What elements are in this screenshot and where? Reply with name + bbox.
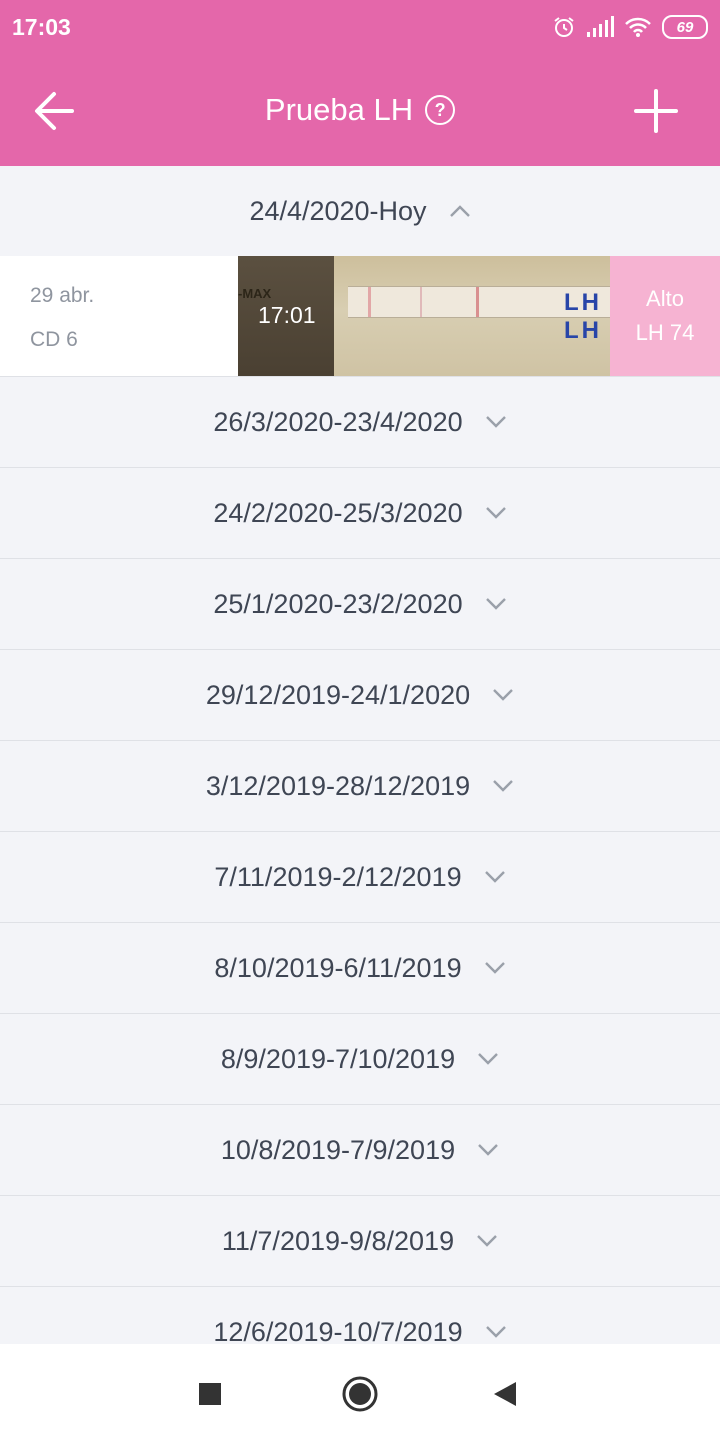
chevron-down-icon <box>485 507 506 519</box>
system-nav-bar <box>0 1344 720 1440</box>
chevron-down-icon <box>493 689 513 701</box>
signal-icon <box>587 16 614 37</box>
chevron-down-icon <box>484 871 505 883</box>
period-header[interactable]: 8/10/2019-6/11/2019 <box>0 923 720 1014</box>
chevron-down-icon <box>477 1235 497 1247</box>
period-label: 8/10/2019-6/11/2019 <box>214 952 462 983</box>
strip-text: LH LH <box>564 289 602 344</box>
recent-apps-button[interactable] <box>190 1374 230 1414</box>
strip-line <box>368 287 371 317</box>
triangle-left-icon <box>494 1382 516 1406</box>
strip-line <box>476 287 479 317</box>
period-header[interactable]: 11/7/2019-9/8/2019 <box>0 1196 720 1287</box>
wifi-icon <box>625 17 651 37</box>
circle-icon <box>342 1376 378 1412</box>
chevron-down-icon <box>485 598 506 610</box>
plus-icon <box>634 89 678 133</box>
period-label: 24/4/2020-Hoy <box>249 195 427 226</box>
period-header[interactable]: 3/12/2019-28/12/2019 <box>0 741 720 832</box>
strip-line <box>420 287 422 317</box>
alarm-icon <box>554 17 574 37</box>
status-icons: 69 <box>552 12 708 42</box>
system-back-button[interactable] <box>486 1374 526 1414</box>
battery-icon: 69 <box>662 15 708 39</box>
chevron-down-icon <box>485 1326 506 1338</box>
period-label: 26/3/2020-23/4/2020 <box>213 406 463 437</box>
period-label: 7/11/2019-2/12/2019 <box>214 861 462 892</box>
period-label: 29/12/2019-24/1/2020 <box>205 679 471 710</box>
result-value: LH 74 <box>635 320 695 345</box>
test-strip-photo: -MAX 17:01 LH LH <box>238 256 610 376</box>
entry-time: 17:01 <box>258 302 316 328</box>
period-label: 12/6/2019-10/7/2019 <box>213 1316 463 1345</box>
period-list: 24/4/2020-Hoy 29 abr. CD 6 -MAX 17:01 LH… <box>0 166 720 1344</box>
result-badge: Alto LH 74 <box>610 256 720 376</box>
period-label: 8/9/2019-7/10/2019 <box>220 1043 456 1074</box>
entry-cycle-day: CD 6 <box>30 328 78 351</box>
period-header[interactable]: 25/1/2020-23/2/2020 <box>0 559 720 650</box>
add-button[interactable] <box>628 86 684 136</box>
page-title: Prueba LH <box>264 92 414 127</box>
period-header[interactable]: 26/3/2020-23/4/2020 <box>0 377 720 468</box>
status-bar: 17:03 69 <box>0 0 720 56</box>
period-label: 25/1/2020-23/2/2020 <box>213 588 463 619</box>
title-group: Prueba LH ? <box>0 92 720 128</box>
period-header[interactable]: 7/11/2019-2/12/2019 <box>0 832 720 923</box>
entry-date: 29 abr. <box>30 284 95 307</box>
period-header[interactable]: 29/12/2019-24/1/2020 <box>0 650 720 741</box>
period-header[interactable]: 8/9/2019-7/10/2019 <box>0 1014 720 1105</box>
entry-info: 29 abr. CD 6 <box>0 256 238 376</box>
period-header[interactable]: 24/2/2020-25/3/2020 <box>0 468 720 559</box>
app-bar: Prueba LH ? <box>0 56 720 166</box>
chevron-down-icon <box>478 1144 498 1156</box>
test-strip: LH LH <box>348 286 610 344</box>
period-label: 10/8/2019-7/9/2019 <box>220 1134 456 1165</box>
square-icon <box>199 1383 221 1405</box>
lh-test-entry[interactable]: 29 abr. CD 6 -MAX 17:01 LH LH Alto LH 74 <box>0 256 720 377</box>
photo-brand-text: -MAX <box>238 286 272 301</box>
chevron-up-icon <box>449 205 470 217</box>
home-button[interactable] <box>340 1374 380 1414</box>
chevron-down-icon <box>485 416 506 428</box>
period-header[interactable]: 10/8/2019-7/9/2019 <box>0 1105 720 1196</box>
period-label: 24/2/2020-25/3/2020 <box>213 497 463 528</box>
result-level: Alto <box>646 286 684 311</box>
period-label: 3/12/2019-28/12/2019 <box>205 770 471 801</box>
question-circle-icon[interactable]: ? <box>425 95 456 125</box>
chevron-down-icon <box>484 962 505 974</box>
period-header[interactable]: 12/6/2019-10/7/2019 <box>0 1287 720 1344</box>
period-header[interactable]: 24/4/2020-Hoy <box>0 166 720 256</box>
chevron-down-icon <box>478 1053 498 1065</box>
status-time: 17:03 <box>12 14 71 40</box>
period-label: 11/7/2019-9/8/2019 <box>221 1225 455 1256</box>
chevron-down-icon <box>493 780 513 792</box>
